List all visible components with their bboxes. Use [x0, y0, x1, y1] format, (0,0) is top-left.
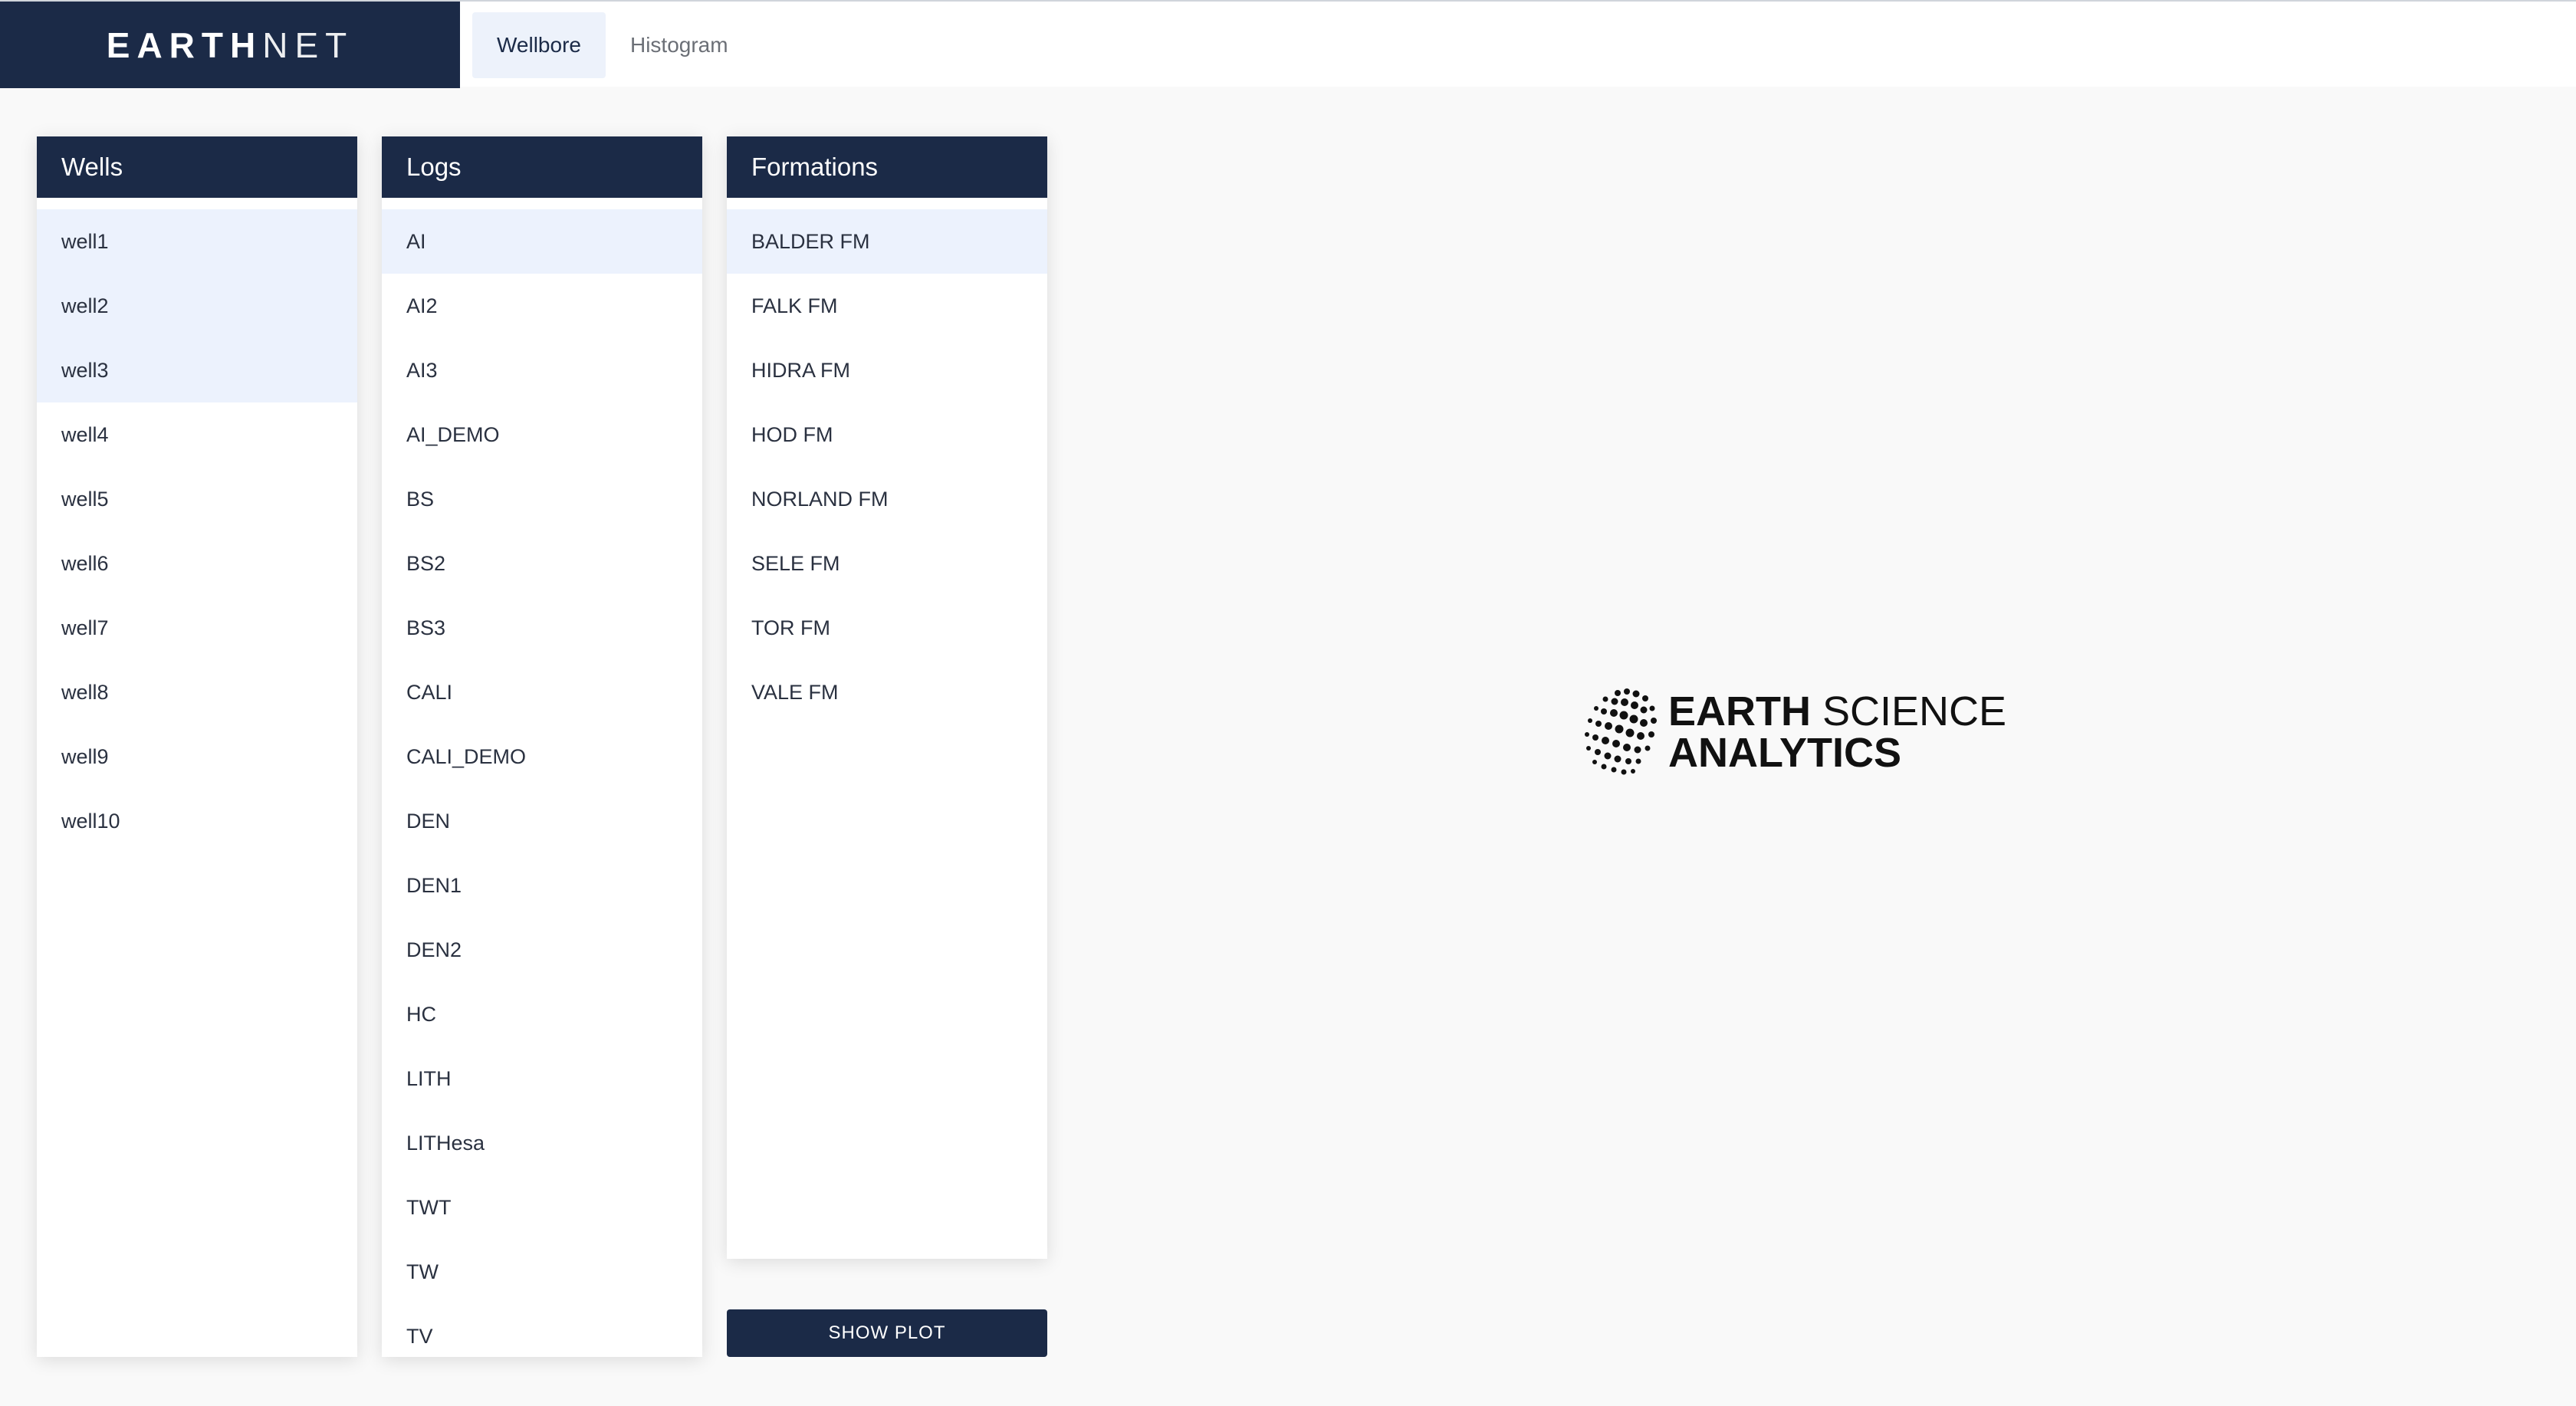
log-list-item[interactable]: AI2	[382, 274, 702, 338]
formations-panel: Formations BALDER FM FALK FM HIDRA FM HOD F…	[727, 136, 1047, 1259]
log-list-item[interactable]: AI	[382, 209, 702, 274]
log-list-item[interactable]: DEN1	[382, 853, 702, 918]
formation-list-item[interactable]: FALK FM	[727, 274, 1047, 338]
formation-list-item[interactable]: TOR FM	[727, 596, 1047, 660]
well-list-item[interactable]: well4	[37, 402, 357, 467]
log-list-item[interactable]: BS3	[382, 596, 702, 660]
log-list-item[interactable]: DEN2	[382, 918, 702, 982]
log-list-item[interactable]: AI3	[382, 338, 702, 402]
log-list-item[interactable]: BS2	[382, 531, 702, 596]
well-list-item[interactable]: well2	[37, 274, 357, 338]
wells-panel: Wells well1 well2 well3 well4 well5 well6 well…	[37, 136, 357, 1357]
well-list-item[interactable]: well8	[37, 660, 357, 724]
log-list-item[interactable]: TV	[382, 1304, 702, 1357]
brand-logo[interactable]: EARTH NET	[0, 2, 460, 88]
wells-list: well1 well2 well3 well4 well5 well6 well7 well8…	[37, 198, 357, 853]
well-list-item[interactable]: well1	[37, 209, 357, 274]
well-list-item[interactable]: well6	[37, 531, 357, 596]
logs-panel-title: Logs	[382, 136, 702, 198]
wells-panel-title: Wells	[37, 136, 357, 198]
formation-list-item[interactable]: NORLAND FM	[727, 467, 1047, 531]
well-list-item[interactable]: well10	[37, 789, 357, 853]
brand-light-text: NET	[262, 25, 354, 65]
earth-science-analytics-logo: EARTH SCIENCE ANALYTICS	[1581, 686, 2010, 778]
log-list-item[interactable]: DEN	[382, 789, 702, 853]
tab-histogram[interactable]: Histogram	[606, 12, 753, 78]
logo-line-1: EARTH SCIENCE	[1668, 691, 2006, 732]
formation-list-item[interactable]: SELE FM	[727, 531, 1047, 596]
formations-list: BALDER FM FALK FM HIDRA FM HOD FM NORLAND FM…	[727, 198, 1047, 724]
log-list-item[interactable]: TWT	[382, 1175, 702, 1240]
formation-list-item[interactable]: BALDER FM	[727, 209, 1047, 274]
log-list-item[interactable]: AI_DEMO	[382, 402, 702, 467]
log-list-item[interactable]: HC	[382, 982, 702, 1046]
logs-panel: Logs AI AI2 AI3 AI_DEMO BS BS2 BS3 CALI CALI_DEM…	[382, 136, 702, 1357]
log-list-item[interactable]: CALI	[382, 660, 702, 724]
logo-science-text: SCIENCE	[1811, 688, 2007, 734]
formation-list-item[interactable]: VALE FM	[727, 660, 1047, 724]
well-list-item[interactable]: well5	[37, 467, 357, 531]
tab-bar: Wellbore Histogram	[472, 12, 753, 78]
well-list-item[interactable]: well3	[37, 338, 357, 402]
show-plot-button[interactable]: SHOW PLOT	[727, 1309, 1047, 1357]
logo-text: EARTH SCIENCE ANALYTICS	[1668, 691, 2006, 774]
formation-list-item[interactable]: HOD FM	[727, 402, 1047, 467]
log-list-item[interactable]: BS	[382, 467, 702, 531]
dotted-globe-icon	[1585, 688, 1657, 775]
logo-analytics-text: ANALYTICS	[1668, 730, 1902, 776]
logs-list: AI AI2 AI3 AI_DEMO BS BS2 BS3 CALI CALI_DEMO DEN D…	[382, 198, 702, 1357]
well-list-item[interactable]: well7	[37, 596, 357, 660]
top-bar: EARTH NET Wellbore Histogram	[0, 0, 2576, 88]
log-list-item[interactable]: TW	[382, 1240, 702, 1304]
log-list-item[interactable]: LITHesa	[382, 1111, 702, 1175]
formations-panel-title: Formations	[727, 136, 1047, 198]
logo-earth-text: EARTH	[1668, 688, 1811, 734]
tab-wellbore[interactable]: Wellbore	[472, 12, 606, 78]
log-list-item[interactable]: LITH	[382, 1046, 702, 1111]
formation-list-item[interactable]: HIDRA FM	[727, 338, 1047, 402]
log-list-item[interactable]: CALI_DEMO	[382, 724, 702, 789]
well-list-item[interactable]: well9	[37, 724, 357, 789]
brand-bold-text: EARTH	[106, 25, 263, 65]
